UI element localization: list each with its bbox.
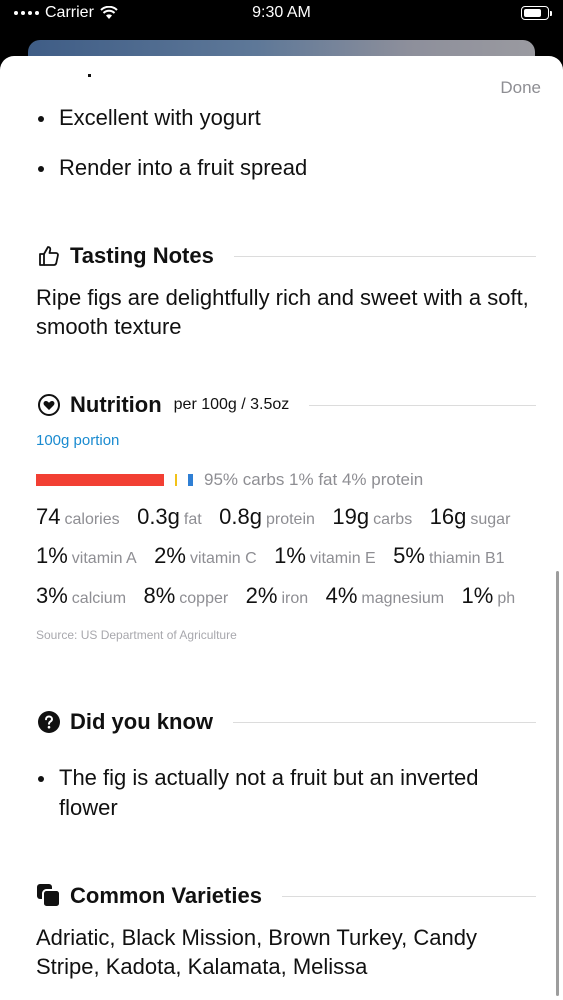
section-divider: [233, 721, 536, 723]
nutrient-item: 0.8g protein: [219, 504, 315, 529]
nutrient-item: 16g sugar: [429, 504, 511, 529]
data-source: Source: US Department of Agriculture: [36, 628, 237, 642]
protein-bar: [188, 474, 193, 486]
section-divider: [233, 255, 536, 257]
tasting-notes-title: Tasting Notes: [70, 243, 214, 268]
scrollbar[interactable]: [556, 571, 559, 996]
nutrition-title: Nutrition: [70, 392, 162, 417]
nutrient-item: 4% magnesium: [325, 583, 445, 608]
macro-text: 95% carbs 1% fat 4% protein: [204, 470, 424, 489]
heart-icon: [36, 392, 62, 418]
varieties-header: Common Varieties: [36, 881, 536, 911]
done-button[interactable]: Done: [500, 78, 541, 98]
nutrient-item: 3% calcium: [36, 583, 127, 608]
fat-bar: [175, 474, 177, 486]
varieties-title: Common Varieties: [70, 883, 262, 908]
nutrient-item: 1% ph: [461, 583, 516, 608]
portion-link[interactable]: 100g portion: [36, 432, 119, 449]
macro-breakdown: 95% carbs 1% fat 4% protein: [36, 470, 423, 490]
tasting-notes-header: Tasting Notes: [36, 241, 536, 271]
status-bar: Carrier 9:30 AM: [0, 0, 563, 30]
nutrient-item: 74 calories: [36, 504, 120, 529]
fact-item: The fig is actually not a fruit but an i…: [36, 763, 536, 823]
nutrient-item: 1% vitamin E: [274, 543, 376, 568]
section-divider: [281, 895, 536, 897]
nutrient-item: 19g carbs: [332, 504, 413, 529]
carbs-bar: [36, 474, 164, 486]
nutrition-per: per 100g / 3.5oz: [173, 396, 290, 413]
nutrient-item: 5% thiamin B1: [393, 543, 505, 568]
did-you-know-header: Did you know: [36, 707, 536, 737]
thumbs-up-icon: [36, 243, 62, 269]
nutrient-item: 8% copper: [143, 583, 229, 608]
nutrient-item: 2% vitamin C: [154, 543, 257, 568]
section-divider: [309, 404, 536, 406]
nutrient-row-1: 74 calories 0.3g fat 0.8g protein 19g carbs …: [36, 504, 536, 534]
question-icon: [36, 709, 62, 735]
battery-icon: [521, 6, 552, 20]
serving-item: Render into a fruit spread: [36, 153, 307, 183]
nutrient-item: 0.3g fat: [137, 504, 202, 529]
nutrient-row-3: 3% calcium 8% copper 2% iron 4% magnesium 1%…: [36, 583, 536, 613]
detail-sheet[interactable]: Done Excellent with yogurt Render into a…: [0, 56, 563, 1000]
stacked-squares-icon: [36, 883, 62, 909]
nutrition-header: Nutrition per 100g / 3.5oz: [36, 390, 536, 420]
varieties-text: Adriatic, Black Mission, Brown Turkey, C…: [36, 925, 477, 979]
tasting-notes-text: Ripe figs are delightfully rich and swee…: [36, 285, 529, 339]
serving-item: Excellent with yogurt: [36, 103, 261, 133]
clock: 9:30 AM: [252, 4, 311, 21]
did-you-know-title: Did you know: [70, 709, 213, 734]
nutrient-row-2: 1% vitamin A 2% vitamin C 1% vitamin E 5% th…: [36, 543, 536, 573]
nutrient-item: 1% vitamin A: [36, 543, 137, 568]
nutrient-item: 2% iron: [245, 583, 309, 608]
cut-off-text: [88, 74, 91, 77]
